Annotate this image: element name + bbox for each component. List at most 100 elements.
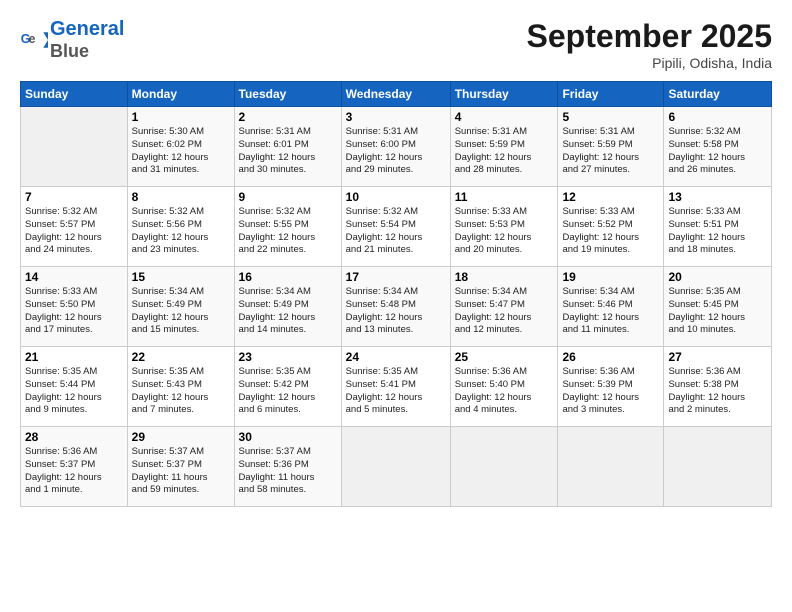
calendar-cell: 11 Sunrise: 5:33 AMSunset: 5:53 PMDayligh… <box>450 187 558 267</box>
day-info: Sunrise: 5:35 AMSunset: 5:43 PMDaylight:… <box>132 366 230 417</box>
day-info: Sunrise: 5:30 AMSunset: 6:02 PMDaylight:… <box>132 126 230 177</box>
day-info: Sunrise: 5:33 AMSunset: 5:52 PMDaylight:… <box>562 206 659 257</box>
day-number: 14 <box>25 270 123 284</box>
calendar-cell: 29 Sunrise: 5:37 AMSunset: 5:37 PMDayligh… <box>127 427 234 507</box>
day-number: 15 <box>132 270 230 284</box>
svg-text:e: e <box>29 32 36 46</box>
day-number: 10 <box>346 190 446 204</box>
day-info: Sunrise: 5:32 AMSunset: 5:58 PMDaylight:… <box>668 126 767 177</box>
calendar-cell: 15 Sunrise: 5:34 AMSunset: 5:49 PMDayligh… <box>127 267 234 347</box>
day-info: Sunrise: 5:34 AMSunset: 5:46 PMDaylight:… <box>562 286 659 337</box>
day-number: 16 <box>239 270 337 284</box>
day-info: Sunrise: 5:36 AMSunset: 5:37 PMDaylight:… <box>25 446 123 497</box>
calendar-cell: 25 Sunrise: 5:36 AMSunset: 5:40 PMDayligh… <box>450 347 558 427</box>
day-info: Sunrise: 5:35 AMSunset: 5:44 PMDaylight:… <box>25 366 123 417</box>
calendar-cell: 30 Sunrise: 5:37 AMSunset: 5:36 PMDayligh… <box>234 427 341 507</box>
calendar-cell: 6 Sunrise: 5:32 AMSunset: 5:58 PMDaylight… <box>664 107 772 187</box>
calendar-cell <box>21 107 128 187</box>
calendar-cell: 28 Sunrise: 5:36 AMSunset: 5:37 PMDayligh… <box>21 427 128 507</box>
day-header-tuesday: Tuesday <box>234 82 341 107</box>
day-info: Sunrise: 5:34 AMSunset: 5:47 PMDaylight:… <box>455 286 554 337</box>
day-header-thursday: Thursday <box>450 82 558 107</box>
day-info: Sunrise: 5:35 AMSunset: 5:45 PMDaylight:… <box>668 286 767 337</box>
calendar-cell: 26Sunrise: 5:36 AMSunset: 5:39 PMDayligh… <box>558 347 664 427</box>
logo: G e General Blue <box>20 18 124 62</box>
day-number: 5 <box>562 110 659 124</box>
day-info: Sunrise: 5:35 AMSunset: 5:41 PMDaylight:… <box>346 366 446 417</box>
calendar-cell: 20 Sunrise: 5:35 AMSunset: 5:45 PMDayligh… <box>664 267 772 347</box>
day-info: Sunrise: 5:36 AMSunset: 5:40 PMDaylight:… <box>455 366 554 417</box>
day-info: Sunrise: 5:37 AMSunset: 5:36 PMDaylight:… <box>239 446 337 497</box>
day-number: 2 <box>239 110 337 124</box>
day-info: Sunrise: 5:33 AMSunset: 5:50 PMDaylight:… <box>25 286 123 337</box>
calendar-cell: 23 Sunrise: 5:35 AMSunset: 5:42 PMDayligh… <box>234 347 341 427</box>
day-number: 26 <box>562 350 659 364</box>
location-subtitle: Pipili, Odisha, India <box>527 55 772 71</box>
calendar-cell: 3 Sunrise: 5:31 AMSunset: 6:00 PMDaylight… <box>341 107 450 187</box>
calendar-cell: 2 Sunrise: 5:31 AMSunset: 6:01 PMDaylight… <box>234 107 341 187</box>
day-number: 12 <box>562 190 659 204</box>
day-info: Sunrise: 5:33 AMSunset: 5:51 PMDaylight:… <box>668 206 767 257</box>
calendar-cell: 18 Sunrise: 5:34 AMSunset: 5:47 PMDayligh… <box>450 267 558 347</box>
day-header-wednesday: Wednesday <box>341 82 450 107</box>
calendar-table: SundayMondayTuesdayWednesdayThursdayFrid… <box>20 81 772 507</box>
day-number: 13 <box>668 190 767 204</box>
day-info: Sunrise: 5:32 AMSunset: 5:54 PMDaylight:… <box>346 206 446 257</box>
calendar-cell: 8Sunrise: 5:32 AMSunset: 5:56 PMDaylight… <box>127 187 234 267</box>
calendar-cell <box>664 427 772 507</box>
day-info: Sunrise: 5:31 AMSunset: 5:59 PMDaylight:… <box>455 126 554 177</box>
day-number: 1 <box>132 110 230 124</box>
page: G e General Blue September 2025 Pipili, … <box>0 0 792 612</box>
day-info: Sunrise: 5:31 AMSunset: 5:59 PMDaylight:… <box>562 126 659 177</box>
day-number: 6 <box>668 110 767 124</box>
day-info: Sunrise: 5:34 AMSunset: 5:49 PMDaylight:… <box>132 286 230 337</box>
day-number: 27 <box>668 350 767 364</box>
day-info: Sunrise: 5:37 AMSunset: 5:37 PMDaylight:… <box>132 446 230 497</box>
day-number: 22 <box>132 350 230 364</box>
day-number: 30 <box>239 430 337 444</box>
day-number: 21 <box>25 350 123 364</box>
calendar-cell: 5 Sunrise: 5:31 AMSunset: 5:59 PMDaylight… <box>558 107 664 187</box>
day-info: Sunrise: 5:33 AMSunset: 5:53 PMDaylight:… <box>455 206 554 257</box>
day-number: 18 <box>455 270 554 284</box>
day-header-monday: Monday <box>127 82 234 107</box>
day-number: 19 <box>562 270 659 284</box>
header: G e General Blue September 2025 Pipili, … <box>20 18 772 71</box>
calendar-cell: 13 Sunrise: 5:33 AMSunset: 5:51 PMDayligh… <box>664 187 772 267</box>
logo-text: General Blue <box>50 18 124 62</box>
day-number: 25 <box>455 350 554 364</box>
day-info: Sunrise: 5:31 AMSunset: 6:00 PMDaylight:… <box>346 126 446 177</box>
calendar-cell: 27 Sunrise: 5:36 AMSunset: 5:38 PMDayligh… <box>664 347 772 427</box>
day-info: Sunrise: 5:32 AMSunset: 5:56 PMDaylight:… <box>132 206 230 257</box>
day-header-saturday: Saturday <box>664 82 772 107</box>
day-number: 7 <box>25 190 123 204</box>
calendar-cell: 14 Sunrise: 5:33 AMSunset: 5:50 PMDayligh… <box>21 267 128 347</box>
day-info: Sunrise: 5:36 AMSunset: 5:38 PMDaylight:… <box>668 366 767 417</box>
day-number: 20 <box>668 270 767 284</box>
calendar-cell <box>450 427 558 507</box>
calendar-cell <box>341 427 450 507</box>
day-info: Sunrise: 5:34 AMSunset: 5:48 PMDaylight:… <box>346 286 446 337</box>
calendar-cell: 19 Sunrise: 5:34 AMSunset: 5:46 PMDayligh… <box>558 267 664 347</box>
day-number: 29 <box>132 430 230 444</box>
calendar-cell: 10 Sunrise: 5:32 AMSunset: 5:54 PMDayligh… <box>341 187 450 267</box>
calendar-cell: 22 Sunrise: 5:35 AMSunset: 5:43 PMDayligh… <box>127 347 234 427</box>
day-info: Sunrise: 5:31 AMSunset: 6:01 PMDaylight:… <box>239 126 337 177</box>
day-header-friday: Friday <box>558 82 664 107</box>
day-number: 23 <box>239 350 337 364</box>
day-number: 9 <box>239 190 337 204</box>
day-header-sunday: Sunday <box>21 82 128 107</box>
calendar-cell: 17Sunrise: 5:34 AMSunset: 5:48 PMDayligh… <box>341 267 450 347</box>
day-info: Sunrise: 5:35 AMSunset: 5:42 PMDaylight:… <box>239 366 337 417</box>
day-info: Sunrise: 5:32 AMSunset: 5:55 PMDaylight:… <box>239 206 337 257</box>
day-info: Sunrise: 5:32 AMSunset: 5:57 PMDaylight:… <box>25 206 123 257</box>
day-number: 4 <box>455 110 554 124</box>
day-number: 3 <box>346 110 446 124</box>
title-area: September 2025 Pipili, Odisha, India <box>527 18 772 71</box>
calendar-cell: 16Sunrise: 5:34 AMSunset: 5:49 PMDayligh… <box>234 267 341 347</box>
calendar-cell: 7 Sunrise: 5:32 AMSunset: 5:57 PMDaylight… <box>21 187 128 267</box>
day-number: 28 <box>25 430 123 444</box>
calendar-cell: 24Sunrise: 5:35 AMSunset: 5:41 PMDayligh… <box>341 347 450 427</box>
day-number: 11 <box>455 190 554 204</box>
calendar-cell: 4 Sunrise: 5:31 AMSunset: 5:59 PMDaylight… <box>450 107 558 187</box>
